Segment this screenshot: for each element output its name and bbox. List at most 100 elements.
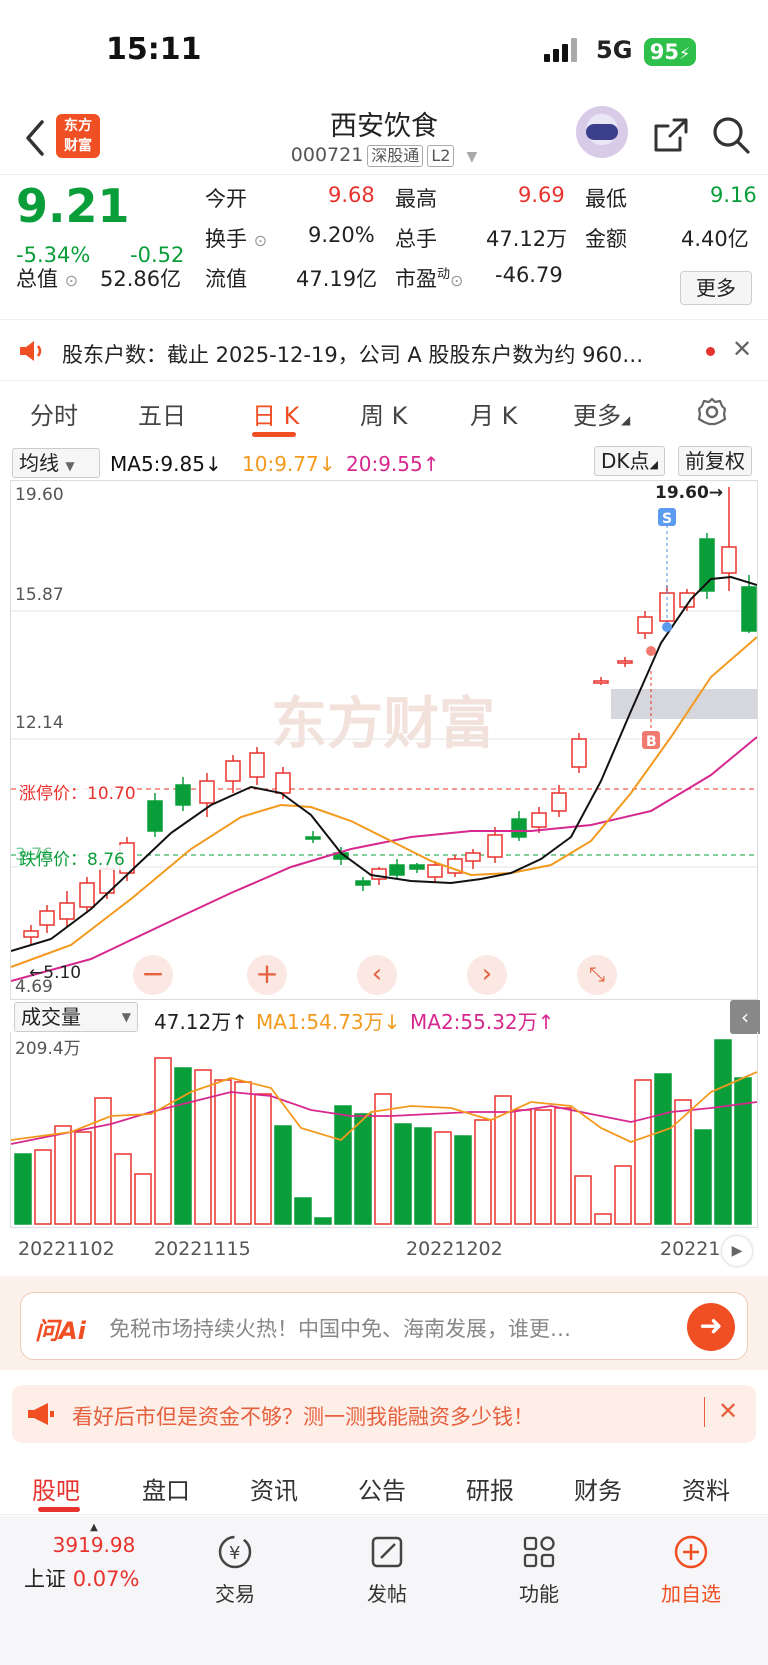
content-tabs: 股吧 盘口 资讯 公告 研报 财务 资料 [0,1455,768,1515]
candle-body [249,752,265,778]
tab-intraday[interactable]: 分时 [30,396,78,431]
volume-bar [334,1105,352,1225]
assistant-avatar[interactable] [576,106,628,158]
dk-label: DK点 [601,449,650,473]
active-tab-indicator [38,1507,80,1512]
price-axis-max: 19.60 [15,485,64,505]
tab-news[interactable]: 资讯 [250,1471,298,1506]
ma20-value: 20:9.55 [346,452,423,476]
close-icon[interactable]: ✕ [732,335,752,363]
tab-more[interactable]: 更多◢ [573,396,630,431]
volume-header: 成交量 ▼ 47.12万↑ MA1:54.73万↓ MA2:55.32万↑ ‹ [0,1000,768,1034]
tab-daily-k[interactable]: 日 K [252,396,299,431]
ai-send-button[interactable]: ➜ [687,1303,735,1351]
ma-selector-label: 均线 [19,451,59,475]
ai-question-box[interactable]: 问Ai 免税市场持续火热！中国中免、海南发展，谁更… ➜ [20,1292,748,1360]
indicator-selector[interactable]: 成交量 ▼ [14,1002,138,1032]
tab-finance[interactable]: 财务 [574,1471,622,1506]
adjust-button[interactable]: 前复权 [678,446,752,476]
banner-text: 看好后市但是资金不够？测一测我能融资多少钱！ [72,1405,534,1429]
post-label: 发帖 [367,1582,407,1606]
dropdown-icon[interactable]: ▼ [466,149,477,165]
divider [704,1397,705,1427]
vol-ma2-value: MA2:55.32万 [410,1010,538,1034]
functions-button[interactable]: 功能 [484,1526,594,1607]
tab-monthly-k[interactable]: 月 K [470,396,517,431]
tab-announcements[interactable]: 公告 [358,1471,406,1506]
trade-icon: ¥ [218,1535,252,1569]
tab-orderbook[interactable]: 盘口 [142,1471,190,1506]
zoom-in-button[interactable]: + [247,955,287,995]
settings-icon[interactable] [696,396,728,428]
financing-banner[interactable]: 看好后市但是资金不够？测一测我能融资多少钱！ ✕ [12,1385,756,1443]
pe-label[interactable]: 市盈动⊙ [395,263,463,293]
fullscreen-button[interactable]: ⤡ [577,955,617,995]
scroll-right-icon[interactable]: ▶ [722,1236,752,1266]
active-tab-indicator [252,432,296,437]
more-info-icon[interactable]: ⊙ [450,271,463,290]
volume-bar [14,1153,32,1225]
volume-bar [434,1131,452,1225]
vol-ma1-value: MA1:54.73万 [256,1010,384,1034]
candle-body [225,760,241,782]
low-marker: ←5.10 [29,963,82,983]
date-label: 20221115 [154,1238,251,1260]
kline-chart[interactable]: 东方财富 S B 19.60 15.87 12.14 4.69 19.60→ 涨… [10,480,758,1000]
volume-chart[interactable]: 209.4万 [10,1032,758,1228]
candle-body [275,772,291,794]
turnover-label[interactable]: 换手 ⊙ [205,223,267,253]
price-axis-3: 12.14 [15,713,64,733]
low-marker-value: 5.10 [43,963,82,983]
date-axis: 20221102 20221115 20221202 20221 ▶ [10,1232,758,1268]
speaker-icon [20,341,42,361]
volume-bar [554,1107,572,1225]
more-quote-button[interactable]: 更多 [680,271,752,305]
tab-research[interactable]: 研报 [466,1471,514,1506]
float-label: 流值 [205,267,247,291]
low-value: 9.16 [710,183,757,207]
edit-icon [371,1536,403,1568]
candle-body [59,902,75,920]
collapse-panel-button[interactable]: ‹ [730,1000,760,1034]
trade-button[interactable]: ¥ 交易 [180,1526,290,1607]
mcap-label[interactable]: 总值 ⊙ [16,263,78,293]
tab-forum[interactable]: 股吧 [32,1471,80,1506]
tab-weekly-k[interactable]: 周 K [360,396,407,431]
more-info-icon[interactable]: ⊙ [65,271,78,290]
indicator-selector-label: 成交量 [21,1005,81,1029]
pan-left-button[interactable]: ‹ [357,955,397,995]
dk-point-button[interactable]: DK点◢ [594,446,665,476]
ma-selector[interactable]: 均线 ▼ [12,448,100,478]
volume-bar [394,1123,412,1225]
turnover-label-text: 换手 [205,227,247,251]
add-watchlist-button[interactable]: 加自选 [636,1526,746,1607]
more-info-icon[interactable]: ⊙ [254,231,267,250]
search-icon[interactable] [710,114,752,156]
open-label: 今开 [205,187,247,211]
notice-bar[interactable]: 股东户数：截止 2025-12-19，公司 A 股股东户数为约 960… ✕ [0,321,768,381]
volume-bar [54,1125,72,1225]
sell-point [662,622,672,632]
post-button[interactable]: 发帖 [332,1526,442,1607]
status-bar: 15:11 5G 95⚡ [0,0,768,100]
banner-close-icon[interactable]: ✕ [718,1397,738,1425]
zoom-out-button[interactable]: − [133,955,173,995]
stock-code: 000721 [290,144,364,166]
volume-legend: 47.12万↑ [154,1010,249,1034]
volume-bar [654,1073,672,1225]
tab-profile[interactable]: 资料 [682,1471,730,1506]
ai-section: 问Ai 免税市场持续火热！中国中免、海南发展，谁更… ➜ [0,1276,768,1370]
volume-bar [694,1129,712,1225]
share-icon[interactable] [650,114,692,156]
current-price: 9.21 [16,179,130,233]
candle-body [389,864,405,876]
volume-bar [674,1099,692,1225]
tab-five-day[interactable]: 五日 [138,396,186,431]
high-marker: 19.60→ [655,483,724,503]
pan-right-button[interactable]: › [467,955,507,995]
price-axis-2: 15.87 [15,585,64,605]
volume-bar [734,1077,752,1225]
volume-bar [214,1079,232,1225]
date-label: 20221102 [18,1238,115,1260]
index-ticker[interactable]: ▲ 3919.98 上证 0.07% [24,1522,164,1593]
